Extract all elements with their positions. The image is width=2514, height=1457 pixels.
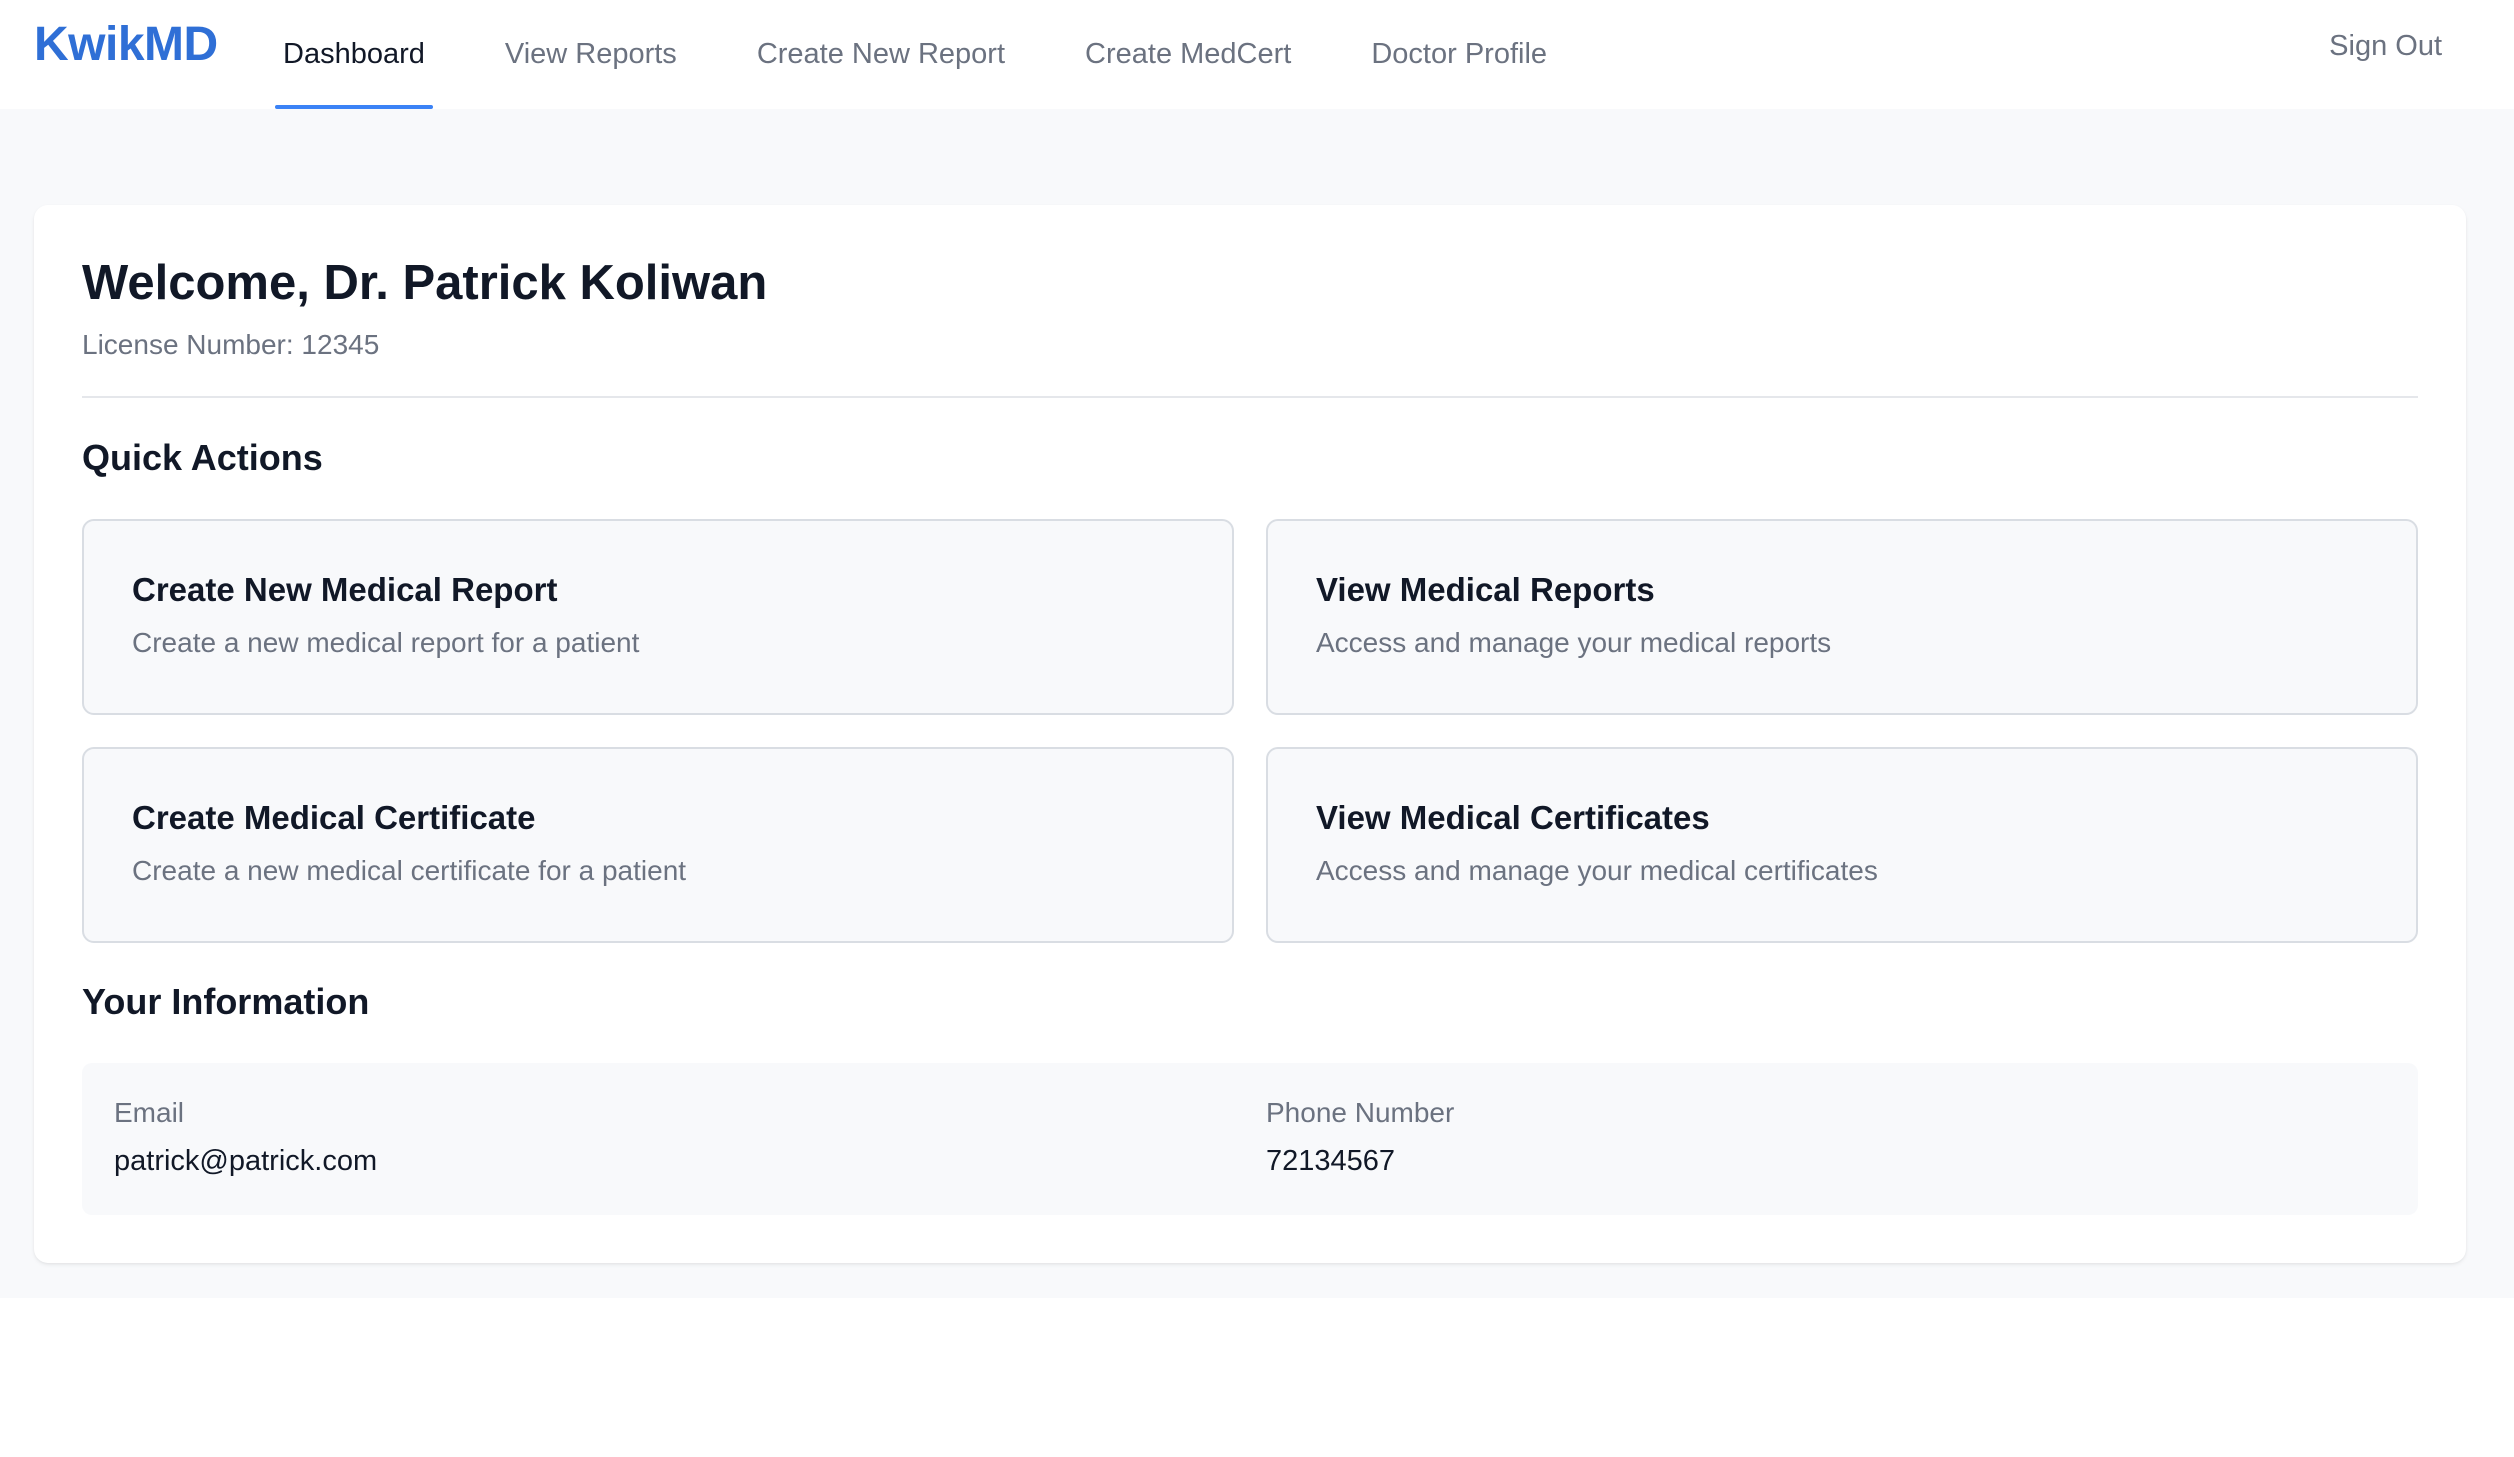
view-medical-certificates-card[interactable]: View Medical Certificates Access and man… [1266, 747, 2418, 943]
divider [82, 396, 2418, 398]
action-card-title: Create New Medical Report [132, 571, 558, 608]
brand-logo[interactable]: KwikMD [34, 16, 218, 74]
phone-label: Phone Number [1266, 1097, 1455, 1128]
your-information-panel: Email patrick@patrick.com Phone Number 7… [82, 1063, 2418, 1215]
nav-tab-doctor-profile[interactable]: Doctor Profile [1363, 0, 1555, 109]
create-medical-report-card[interactable]: Create New Medical Report Create a new m… [82, 519, 1234, 715]
top-navbar: KwikMD Dashboard View Reports Create New… [0, 0, 2514, 109]
action-card-title: View Medical Reports [1316, 571, 1655, 608]
nav-tab-view-reports[interactable]: View Reports [497, 0, 685, 109]
create-medical-certificate-card[interactable]: Create Medical Certificate Create a new … [82, 747, 1234, 943]
action-card-description: Access and manage your medical certifica… [1316, 855, 1878, 886]
action-card-description: Create a new medical certificate for a p… [132, 855, 687, 886]
view-medical-reports-card[interactable]: View Medical Reports Access and manage y… [1266, 519, 2418, 715]
email-field: Email patrick@patrick.com [114, 1095, 377, 1179]
email-value: patrick@patrick.com [114, 1145, 378, 1177]
phone-field: Phone Number 72134567 [1266, 1095, 1454, 1179]
action-card-description: Access and manage your medical reports [1316, 627, 1832, 658]
nav-tab-create-new-report[interactable]: Create New Report [749, 0, 1013, 109]
sign-out-button[interactable]: Sign Out [2329, 0, 2442, 92]
email-label: Email [114, 1097, 185, 1128]
quick-actions-title: Quick Actions [82, 437, 323, 478]
nav-tabs: Dashboard View Reports Create New Report… [275, 0, 1619, 109]
dashboard-card: Welcome, Dr. Patrick Koliwan License Num… [34, 205, 2466, 1263]
phone-value: 72134567 [1266, 1145, 1396, 1177]
action-card-description: Create a new medical report for a patien… [132, 627, 640, 658]
nav-tab-create-medcert[interactable]: Create MedCert [1077, 0, 1299, 109]
action-card-title: View Medical Certificates [1316, 799, 1710, 836]
license-number: License Number: 12345 [82, 329, 380, 360]
your-information-title: Your Information [82, 981, 370, 1022]
action-card-title: Create Medical Certificate [132, 799, 536, 836]
nav-tab-dashboard[interactable]: Dashboard [275, 0, 433, 109]
welcome-title: Welcome, Dr. Patrick Koliwan [82, 256, 768, 310]
